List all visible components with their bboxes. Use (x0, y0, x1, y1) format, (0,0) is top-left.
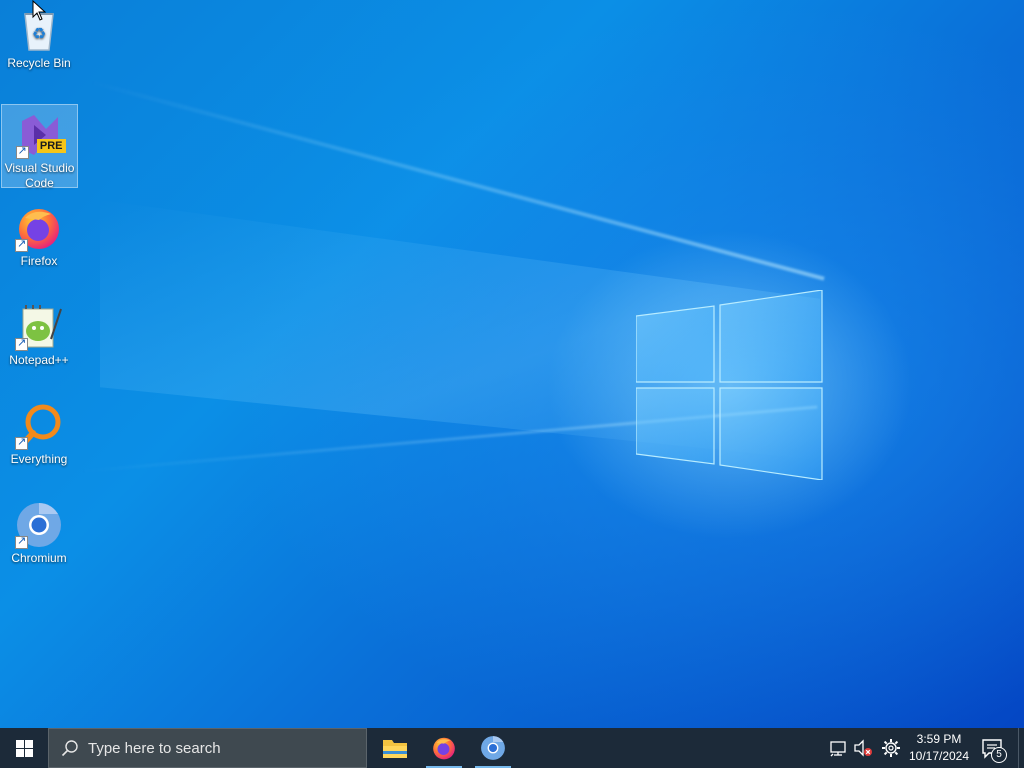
show-desktop-button[interactable] (1018, 728, 1024, 768)
desktop-icon-visual-studio-code[interactable]: PRE Visual Studio Code (1, 104, 78, 190)
shortcut-arrow-icon (15, 534, 28, 549)
search-icon (61, 740, 78, 757)
desktop-icon-label: Chromium (11, 551, 67, 565)
shortcut-arrow-icon (15, 144, 29, 159)
mouse-cursor-icon (32, 0, 46, 21)
desktop-icon-label: Firefox (20, 254, 58, 268)
taskbar-chromium[interactable] (471, 728, 515, 768)
settings-gear-icon[interactable] (881, 738, 901, 758)
shortcut-arrow-icon (15, 435, 28, 450)
preview-badge: PRE (36, 139, 66, 153)
desktop-icon-label: Recycle Bin (7, 56, 71, 70)
windows-start-icon (15, 739, 33, 757)
windows-logo-wallpaper (636, 290, 823, 480)
everything-search-icon (15, 402, 63, 450)
taskbar-search-box[interactable]: Type here to search (48, 728, 367, 768)
start-button[interactable] (0, 728, 48, 768)
volume-muted-icon[interactable] (853, 738, 873, 758)
action-center-button[interactable]: 5 (980, 736, 1007, 763)
search-placeholder: Type here to search (88, 740, 221, 757)
clock-time: 3:59 PM (916, 732, 962, 746)
file-explorer-icon (383, 740, 407, 758)
chromium-icon (481, 736, 505, 760)
desktop-icon-label: Notepad++ (9, 353, 69, 367)
clock-date: 10/17/2024 (908, 749, 970, 763)
desktop-icon-label: Visual Studio Code (4, 161, 75, 190)
chromium-icon (15, 501, 63, 549)
taskbar: Type here to search 3:59 PM 10/17/2024 5 (0, 728, 1024, 768)
taskbar-file-explorer[interactable] (373, 728, 417, 768)
firefox-icon (433, 737, 455, 760)
shortcut-arrow-icon (15, 237, 28, 252)
notification-count-badge: 5 (991, 747, 1007, 763)
svg-text:♻: ♻ (32, 26, 46, 43)
network-icon[interactable] (829, 738, 849, 758)
shortcut-arrow-icon (15, 336, 28, 351)
notepad-plus-plus-icon (15, 303, 63, 351)
desktop-icon-notepad-plus-plus[interactable]: Notepad++ (0, 297, 78, 368)
visual-studio-code-icon: PRE (15, 111, 66, 159)
desktop-icon-everything[interactable]: Everything (0, 396, 78, 467)
desktop-icon-label: Everything (10, 452, 68, 466)
desktop-background[interactable]: ♻ Recycle Bin PRE Visual Studio Code (0, 0, 1024, 728)
taskbar-firefox[interactable] (422, 728, 466, 768)
firefox-icon (15, 204, 63, 252)
desktop-icon-firefox[interactable]: Firefox (0, 198, 78, 269)
desktop-icon-chromium[interactable]: Chromium (0, 495, 78, 566)
taskbar-clock[interactable]: 3:59 PM 10/17/2024 (904, 731, 974, 765)
